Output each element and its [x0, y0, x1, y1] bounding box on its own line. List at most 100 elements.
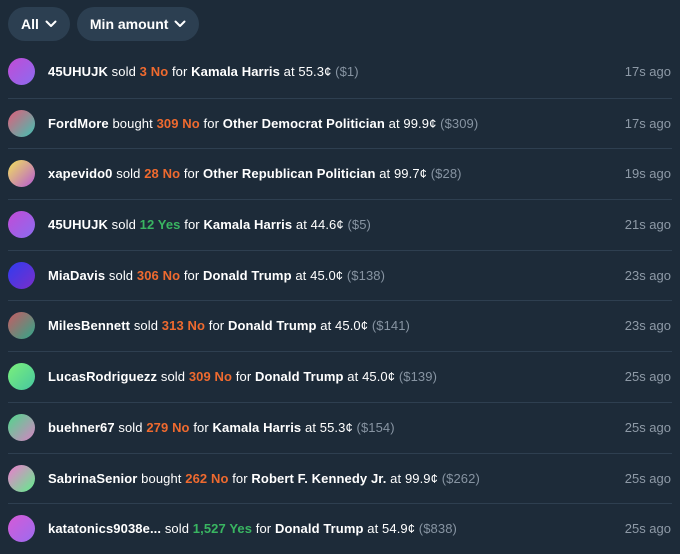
share-amount-outcome: 279 No [146, 420, 189, 435]
timestamp: 21s ago [624, 217, 671, 233]
avatar[interactable] [8, 109, 35, 137]
avatar[interactable] [8, 261, 35, 289]
avatar[interactable] [8, 363, 35, 391]
trade-description: buehner67 sold 279 No for Kamala Harris … [48, 420, 395, 435]
market-name: Kamala Harris [203, 217, 293, 233]
usd-value: ($262) [441, 470, 480, 486]
outcome-label: No [214, 369, 233, 385]
trade-description: 45UHUJK sold 12 Yes for Kamala Harris at… [48, 217, 371, 232]
timestamp: 25s ago [624, 369, 671, 385]
min-amount-dropdown[interactable]: Min amount [76, 7, 200, 41]
trade-verb: sold [133, 318, 159, 334]
outcome-label: Yes [229, 521, 253, 537]
trade-verb: sold [164, 521, 190, 537]
username-link[interactable]: MiaDavis [48, 268, 105, 283]
min-amount-label: Min amount [89, 16, 169, 32]
outcome-label: Yes [157, 217, 181, 233]
price: 54.9¢ [382, 521, 416, 537]
share-amount: 28 [144, 166, 159, 182]
price: 44.6¢ [310, 217, 344, 233]
price: 45.0¢ [335, 318, 369, 334]
outcome-label: No [162, 166, 181, 182]
usd-value: ($138) [346, 267, 386, 283]
at-text: at [388, 115, 400, 131]
username-link[interactable]: MilesBennett [48, 318, 130, 333]
trade-verb: sold [116, 166, 141, 182]
price: 99.9¢ [403, 115, 437, 131]
share-amount-outcome: 3 No [140, 64, 169, 79]
username-link[interactable]: LucasRodriguezz [48, 369, 157, 384]
for-text: for [235, 369, 252, 385]
outcome-label: No [162, 267, 181, 283]
for-text: for [193, 419, 209, 435]
price: 55.3¢ [319, 419, 353, 435]
trade-row: 45UHUJK sold 12 Yes for Kamala Harris at… [8, 199, 672, 250]
share-amount: 3 [139, 64, 147, 79]
trade-verb: bought [112, 115, 153, 131]
outcome-label: No [150, 64, 169, 79]
avatar[interactable] [8, 515, 35, 543]
avatar[interactable] [8, 58, 35, 85]
trade-row: xapevido0 sold 28 No for Other Republica… [8, 148, 672, 199]
for-text: for [255, 521, 272, 537]
timestamp: 25s ago [624, 470, 671, 486]
market-name: Other Republican Politician [203, 166, 376, 182]
avatar[interactable] [8, 413, 35, 441]
usd-value: ($309) [440, 115, 479, 131]
trade-row: MiaDavis sold 306 No for Donald Trump at… [8, 249, 672, 301]
trade-description: MilesBennett sold 313 No for Donald Trum… [48, 318, 410, 333]
username-link[interactable]: 45UHUJK [48, 217, 108, 232]
timestamp: 25s ago [624, 419, 671, 435]
at-text: at [283, 64, 295, 79]
timestamp: 23s ago [624, 267, 671, 283]
username-link[interactable]: xapevido0 [48, 166, 113, 181]
avatar[interactable] [8, 160, 35, 188]
timestamp: 23s ago [624, 318, 671, 334]
trade-verb: sold [111, 217, 136, 233]
trade-row: katatonics9038e... sold 1,527 Yes for Do… [8, 503, 672, 554]
trade-activity-list: 45UHUJK sold 3 No for Kamala Harris at 5… [8, 47, 672, 554]
at-text: at [390, 470, 402, 486]
avatar[interactable] [8, 312, 35, 340]
avatar[interactable] [8, 211, 35, 239]
trade-row: SabrinaSenior bought 262 No for Robert F… [8, 452, 672, 504]
price: 99.7¢ [393, 166, 428, 182]
trade-row: FordMore bought 309 No for Other Democra… [8, 97, 672, 149]
market-name: Robert F. Kennedy Jr. [251, 470, 387, 486]
at-text: at [367, 521, 379, 537]
market-name: Other Democrat Politician [222, 115, 385, 131]
share-amount: 279 [146, 419, 169, 435]
trade-verb: sold [118, 419, 143, 435]
usd-value: ($5) [347, 217, 371, 233]
timestamp: 17s ago [624, 115, 671, 131]
usd-value: ($1) [335, 64, 359, 79]
share-amount-outcome: 262 No [185, 471, 228, 486]
price: 55.3¢ [298, 64, 332, 79]
username-link[interactable]: 45UHUJK [48, 64, 108, 79]
for-text: for [183, 267, 200, 283]
avatar[interactable] [8, 464, 35, 492]
all-filter-dropdown[interactable]: All [8, 7, 70, 41]
username-link[interactable]: FordMore [48, 116, 109, 131]
market-name: Donald Trump [227, 318, 317, 334]
share-amount: 12 [139, 217, 155, 233]
share-amount: 313 [161, 318, 184, 334]
timestamp: 17s ago [624, 64, 671, 79]
username-link[interactable]: katatonics9038e... [48, 521, 161, 536]
outcome-label: No [187, 318, 206, 334]
outcome-label: No [172, 419, 190, 435]
usd-value: ($838) [418, 521, 457, 537]
trade-description: SabrinaSenior bought 262 No for Robert F… [48, 471, 480, 486]
trade-row: buehner67 sold 279 No for Kamala Harris … [8, 401, 672, 453]
at-text: at [295, 217, 307, 233]
for-text: for [203, 115, 220, 131]
share-amount: 306 [136, 267, 159, 283]
for-text: for [171, 64, 188, 79]
usd-value: ($141) [371, 318, 410, 334]
trade-row: 45UHUJK sold 3 No for Kamala Harris at 5… [8, 47, 672, 98]
for-text: for [183, 166, 200, 182]
username-link[interactable]: SabrinaSenior [48, 471, 137, 486]
username-link[interactable]: buehner67 [48, 420, 115, 435]
trade-verb: sold [160, 369, 186, 385]
share-amount-outcome: 313 No [162, 318, 205, 333]
